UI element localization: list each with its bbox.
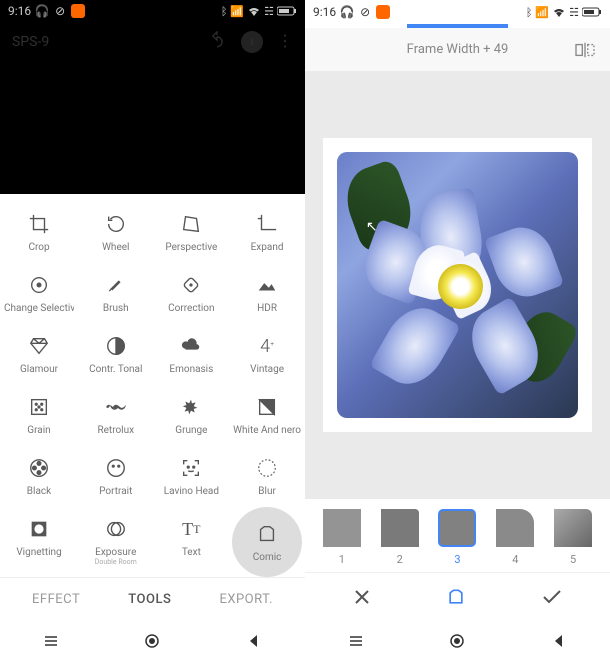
- diamond-icon: [27, 334, 51, 358]
- tool-brush[interactable]: Brush: [78, 263, 154, 324]
- tool-tonal[interactable]: Contr. Tonal: [78, 324, 154, 385]
- flower-photo: ↖: [337, 152, 578, 417]
- signal-icon: 📶: [535, 6, 549, 19]
- frame-option-2[interactable]: 2: [381, 509, 419, 566]
- frame-header: Frame Width + 49: [305, 28, 610, 71]
- tool-grain[interactable]: Grain: [0, 385, 78, 446]
- film-icon: [27, 456, 51, 480]
- tool-exposure[interactable]: ExposureDouble Room: [78, 507, 154, 577]
- status-bar-right: 9:16 🎧 ⊘ ᛒ 📶 ☵: [305, 0, 610, 24]
- nav-bar-left: [0, 621, 305, 661]
- frame-option-3[interactable]: 3: [438, 509, 476, 566]
- tool-crop[interactable]: Crop: [0, 202, 78, 263]
- signal-icon: 📶: [230, 5, 244, 18]
- nav-bar-right: [305, 621, 610, 661]
- contrast-icon: [104, 334, 128, 358]
- blur-icon: [255, 456, 279, 480]
- tool-blur[interactable]: Blur: [229, 446, 305, 507]
- tab-export[interactable]: EXPORT.: [219, 592, 273, 607]
- bluetooth-icon: ᛒ: [221, 5, 228, 18]
- bottom-actions: [305, 572, 610, 621]
- dnd-icon: ⊘: [53, 4, 67, 18]
- rotate-icon: [104, 212, 128, 236]
- expand-icon: [255, 212, 279, 236]
- tool-correction[interactable]: Correction: [154, 263, 230, 324]
- tool-text[interactable]: TTText: [154, 507, 230, 577]
- grain-icon: [27, 395, 51, 419]
- nav-menu[interactable]: [41, 631, 61, 651]
- volte-icon: ☵: [264, 5, 274, 18]
- badge-icon: [376, 5, 390, 19]
- nav-menu[interactable]: [346, 631, 366, 651]
- tool-emphasis[interactable]: Emonasis: [154, 324, 230, 385]
- battery-icon: [277, 6, 297, 16]
- frames-button[interactable]: [446, 587, 466, 607]
- vignette-icon: [27, 517, 51, 541]
- wifi-icon: [552, 7, 566, 17]
- volte-icon: ☵: [569, 6, 579, 19]
- cursor-icon: ↖: [366, 219, 378, 235]
- dnd-icon: ⊘: [358, 5, 372, 19]
- perspective-icon: [179, 212, 203, 236]
- frame-width-label: Frame Width + 49: [407, 42, 509, 57]
- flip-icon[interactable]: [574, 41, 596, 59]
- text-icon: TT: [179, 517, 203, 541]
- brush-icon: [104, 273, 128, 297]
- bw-icon: [255, 395, 279, 419]
- status-time: 9:16: [313, 5, 336, 19]
- mustache-icon: [104, 395, 128, 419]
- tool-vintage[interactable]: 4⁺Vintage: [229, 324, 305, 385]
- tool-grunge[interactable]: Grunge: [154, 385, 230, 446]
- face-frame-icon: [179, 456, 203, 480]
- tool-selective[interactable]: Change Selective: [0, 263, 78, 324]
- frame-option-5[interactable]: 5: [554, 509, 592, 566]
- tool-portrait[interactable]: Portrait: [78, 446, 154, 507]
- face-icon: [104, 456, 128, 480]
- tool-black[interactable]: Black: [0, 446, 78, 507]
- headphones-icon: 🎧: [35, 4, 49, 18]
- crop-icon: [27, 212, 51, 236]
- splat-icon: [179, 395, 203, 419]
- tool-retrolux[interactable]: Retrolux: [78, 385, 154, 446]
- nav-back[interactable]: [244, 631, 264, 651]
- exposure-icon: [104, 517, 128, 541]
- nav-home[interactable]: [447, 631, 467, 651]
- nav-home[interactable]: [142, 631, 162, 651]
- tool-comic[interactable]: Comic: [232, 507, 302, 577]
- frame-option-4[interactable]: 4: [496, 509, 534, 566]
- bandaid-icon: [179, 273, 203, 297]
- status-time: 9:16: [8, 4, 31, 18]
- target-icon: [27, 273, 51, 297]
- headphones-icon: 🎧: [340, 5, 354, 19]
- landscape-icon: [255, 273, 279, 297]
- tab-tools[interactable]: TOOLS: [128, 592, 171, 607]
- tool-headpose[interactable]: Lavino Head: [154, 446, 230, 507]
- tool-wheel[interactable]: Wheel: [78, 202, 154, 263]
- bluetooth-icon: ᛒ: [526, 6, 533, 19]
- badge-icon: [71, 4, 85, 18]
- tool-glamour[interactable]: Glamour: [0, 324, 78, 385]
- battery-icon: [582, 7, 602, 17]
- tool-expand[interactable]: Expand: [229, 202, 305, 263]
- frame-icon: [255, 522, 279, 546]
- tool-hdr[interactable]: HDR: [229, 263, 305, 324]
- frame-option-1[interactable]: 1: [323, 509, 361, 566]
- nav-back[interactable]: [549, 631, 569, 651]
- tab-effect[interactable]: EFFECT: [32, 592, 80, 607]
- frame-selector-strip: 1 2 3 4 5: [305, 499, 610, 572]
- cloud-icon: [179, 334, 203, 358]
- bottom-tabs: EFFECT TOOLS EXPORT.: [0, 577, 305, 621]
- image-preview-dimmed: SPS-9 i ⋮: [0, 23, 305, 194]
- tool-whiteand[interactable]: White And nero: [229, 385, 305, 446]
- tools-panel: Crop Wheel Perspective Expand Change Sel…: [0, 194, 305, 577]
- number-icon: 4⁺: [255, 334, 279, 358]
- wifi-icon: [247, 6, 261, 16]
- photo-preview-area[interactable]: ↖: [305, 71, 610, 499]
- tool-perspective[interactable]: Perspective: [154, 202, 230, 263]
- status-bar-left: 9:16 🎧 ⊘ ᛒ 📶 ☵: [0, 0, 305, 23]
- tool-vignette[interactable]: Vignetting: [0, 507, 78, 577]
- confirm-button[interactable]: [541, 588, 563, 606]
- photo-frame: ↖: [323, 138, 592, 431]
- cancel-button[interactable]: [352, 587, 372, 607]
